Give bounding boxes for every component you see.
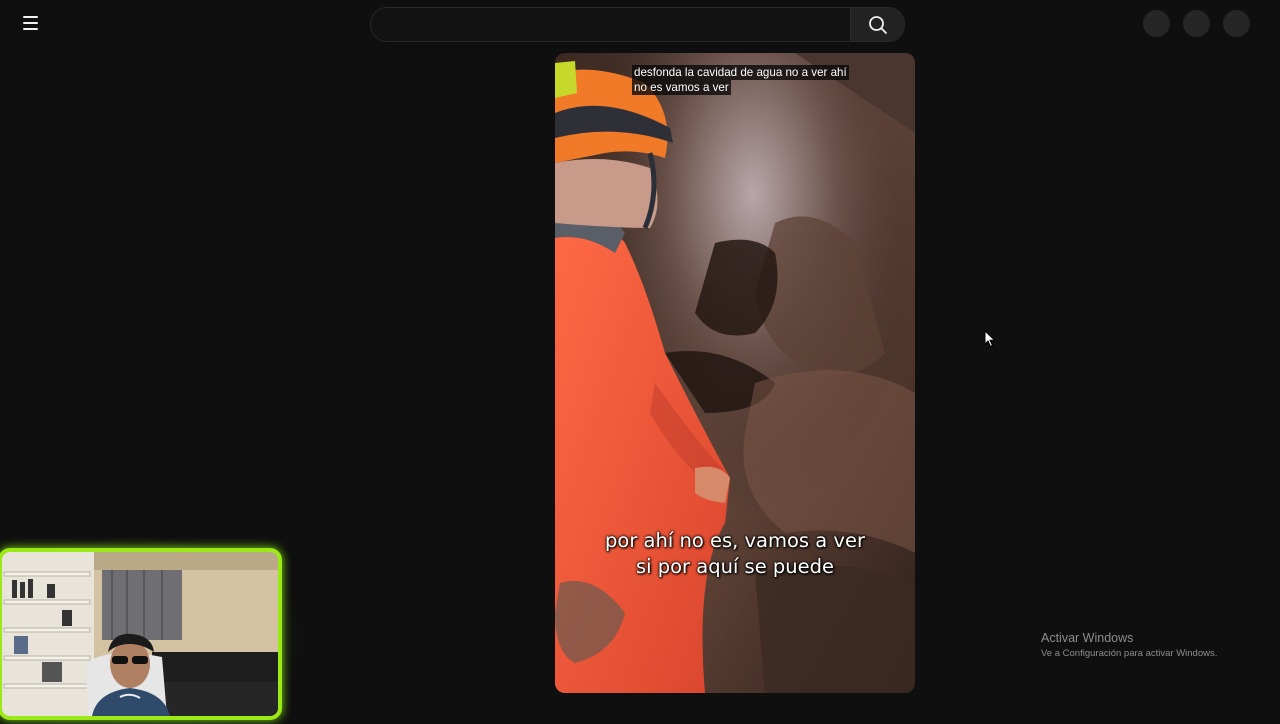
video-frame (555, 53, 915, 693)
webcam-overlay (0, 534, 304, 724)
watermark-subtitle: Ve a Configuración para activar Windows. (1041, 648, 1218, 659)
subtitle-line-1: por ahí no es, vamos a ver (605, 529, 865, 552)
webcam-frame (0, 548, 282, 720)
search-bar (370, 7, 905, 42)
search-button[interactable] (850, 8, 904, 41)
mouse-cursor-icon (984, 330, 996, 348)
search-icon (868, 15, 887, 34)
header-icon-2[interactable] (1183, 10, 1210, 37)
header-icon-3[interactable] (1223, 10, 1250, 37)
header-icon-1[interactable] (1143, 10, 1170, 37)
hamburger-menu-icon (22, 16, 38, 18)
top-caption: desfonda la cavidad de agua no a ver ahí… (632, 65, 862, 95)
webcam-feed (2, 552, 278, 716)
watermark-title: Activar Windows (1041, 631, 1134, 645)
video-player[interactable]: desfonda la cavidad de agua no a ver ahí… (555, 53, 915, 693)
top-caption-text: desfonda la cavidad de agua no a ver ahí… (632, 65, 849, 95)
menu-button[interactable] (14, 9, 46, 37)
hamburger-line (22, 22, 38, 24)
hamburger-line (22, 28, 38, 30)
search-input[interactable] (371, 8, 850, 41)
windows-activation-watermark: Activar Windows Ve a Configuración para … (1041, 631, 1217, 659)
subtitle-line-2: si por aquí se puede (635, 555, 835, 578)
